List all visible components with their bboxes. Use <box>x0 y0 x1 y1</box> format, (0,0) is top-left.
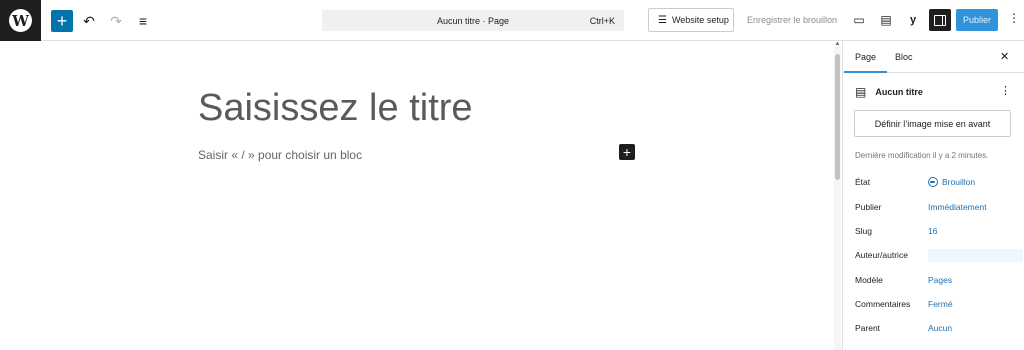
editor-scrollbar[interactable] <box>834 46 841 350</box>
row-label: Parent <box>855 323 881 333</box>
list-icon: ☰ <box>658 14 667 26</box>
post-title-input[interactable]: Saisissez le titre <box>198 87 473 130</box>
row-status: État Brouillon <box>855 177 1020 191</box>
command-shortcut: Ctrl+K <box>589 16 615 26</box>
top-toolbar: W + ↶ ↷ ≡ Aucun titre · Page Ctrl+K ☰ We… <box>0 0 1024 41</box>
editor-canvas: Saisissez le titre Saisir « / » pour cho… <box>0 41 842 350</box>
row-label: Auteur/autrice <box>855 250 908 260</box>
row-publish: Publier Immédiatement <box>855 202 1020 216</box>
settings-toggle-button[interactable] <box>929 9 951 31</box>
parent-button[interactable]: Aucun <box>928 323 952 333</box>
document-title: Aucun titre <box>875 87 923 97</box>
row-label: Slug <box>855 226 873 236</box>
website-setup-button[interactable]: ☰ Website setup <box>648 8 734 32</box>
row-author: Auteur/autrice <box>855 249 1023 264</box>
page-icon: ▤ <box>855 85 867 99</box>
slug-button[interactable]: 16 <box>928 226 937 236</box>
sidebar-panel-icon <box>934 14 946 26</box>
row-slug: Slug 16 <box>855 226 1020 240</box>
row-comments: Commentaires Fermé <box>855 299 1020 313</box>
row-parent: Parent Aucun <box>855 323 1020 337</box>
more-options-icon[interactable]: ⋮ <box>1008 12 1020 24</box>
inline-add-block-button[interactable]: + <box>619 144 635 160</box>
tab-page[interactable]: Page <box>843 52 888 73</box>
row-label: État <box>855 177 871 187</box>
sidebar-tabs: Page Bloc ✕ <box>843 41 1024 73</box>
draft-icon <box>928 177 938 187</box>
block-placeholder[interactable]: Saisir « / » pour choisir un bloc <box>198 148 362 162</box>
comments-button[interactable]: Fermé <box>928 299 953 309</box>
document-summary: ▤ Aucun titre <box>855 85 923 99</box>
author-select[interactable] <box>928 249 1023 262</box>
close-icon[interactable]: ✕ <box>1000 50 1009 63</box>
wordpress-logo-button[interactable]: W <box>0 0 41 41</box>
row-label: Modèle <box>855 275 883 285</box>
add-block-button[interactable]: + <box>51 10 73 32</box>
publish-date-button[interactable]: Immédiatement <box>928 202 987 212</box>
wordpress-icon: W <box>9 9 32 32</box>
row-label: Commentaires <box>855 299 911 309</box>
row-template: Modèle Pages <box>855 275 1020 289</box>
last-modified-text: Dernière modification il y a 2 minutes. <box>855 151 989 160</box>
scrollbar-thumb[interactable] <box>835 54 840 180</box>
command-palette[interactable]: Aucun titre · Page Ctrl+K <box>322 10 624 31</box>
publish-button[interactable]: Publier <box>956 9 998 31</box>
preview-icon[interactable]: ▭ <box>848 9 870 31</box>
yoast-icon[interactable]: y <box>902 9 924 31</box>
status-button[interactable]: Brouillon <box>928 177 975 187</box>
row-label: Publier <box>855 202 882 212</box>
tab-bloc[interactable]: Bloc <box>895 52 913 62</box>
template-button[interactable]: Pages <box>928 275 952 285</box>
set-featured-image-button[interactable]: Définir l’image mise en avant <box>854 110 1011 137</box>
command-title: Aucun titre · Page <box>436 16 510 26</box>
document-icon[interactable]: ▤ <box>875 9 897 31</box>
status-value: Brouillon <box>942 177 976 187</box>
document-actions-icon[interactable]: ⋮ <box>1000 84 1011 97</box>
website-setup-label: Website setup <box>671 15 729 25</box>
save-draft-button[interactable]: Enregistrer le brouillon <box>747 15 837 25</box>
undo-icon[interactable]: ↶ <box>78 10 100 32</box>
redo-icon[interactable]: ↷ <box>105 10 127 32</box>
settings-sidebar: Page Bloc ✕ ▤ Aucun titre ⋮ Définir l’im… <box>842 41 1024 350</box>
list-view-icon[interactable]: ≡ <box>132 10 154 32</box>
